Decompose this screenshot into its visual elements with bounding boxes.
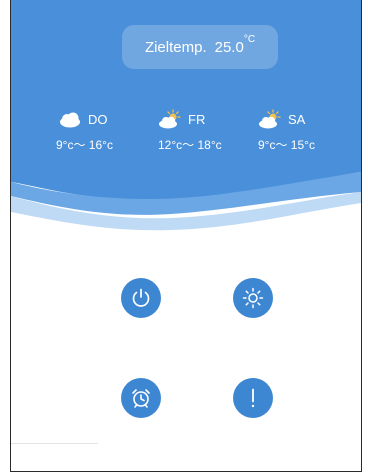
- alarm-button[interactable]: [121, 378, 161, 418]
- power-button[interactable]: [121, 278, 161, 318]
- forecast-day-1: DO 9°c～ 16°c: [56, 108, 148, 153]
- target-temperature-display[interactable]: Zieltemp. 25.0°C: [122, 25, 278, 69]
- forecast-temp-range: 12°c～ 18°c: [158, 138, 222, 152]
- power-icon: [132, 288, 150, 307]
- alert-button[interactable]: [233, 378, 273, 418]
- target-temp-value: 25.0: [214, 39, 244, 56]
- cloud-icon: [60, 112, 80, 128]
- bottom-divider: [11, 443, 98, 444]
- sun-icon: [242, 287, 264, 309]
- forecast-temp-range: 9°c～ 15°c: [258, 138, 315, 152]
- weather-header: Zieltemp. 25.0°C DO 9°c～ 16°c FR 12°c～ 1…: [11, 0, 361, 235]
- forecast-day-label: DO: [88, 111, 108, 127]
- forecast-day-label: FR: [188, 111, 206, 127]
- forecast-temp-range: 9°c～ 16°c: [56, 138, 113, 152]
- alarm-clock-icon: [132, 389, 150, 408]
- forecast-day-label: SA: [288, 111, 306, 127]
- partly-sunny-icon: [259, 109, 281, 129]
- forecast-day-3: SA 9°c～ 15°c: [258, 108, 348, 153]
- app-screen: Zieltemp. 25.0°C DO 9°c～ 16°c FR 12°c～ 1…: [0, 0, 368, 475]
- target-temp-unit: °C: [243, 34, 256, 45]
- forecast-day-2: FR 12°c～ 18°c: [158, 108, 248, 153]
- target-temp-value-group: 25.0°C: [214, 34, 255, 56]
- brightness-button[interactable]: [233, 278, 273, 318]
- partly-sunny-icon: [159, 109, 181, 129]
- exclamation-icon: [251, 388, 255, 408]
- target-temp-label: Zieltemp.: [144, 38, 207, 56]
